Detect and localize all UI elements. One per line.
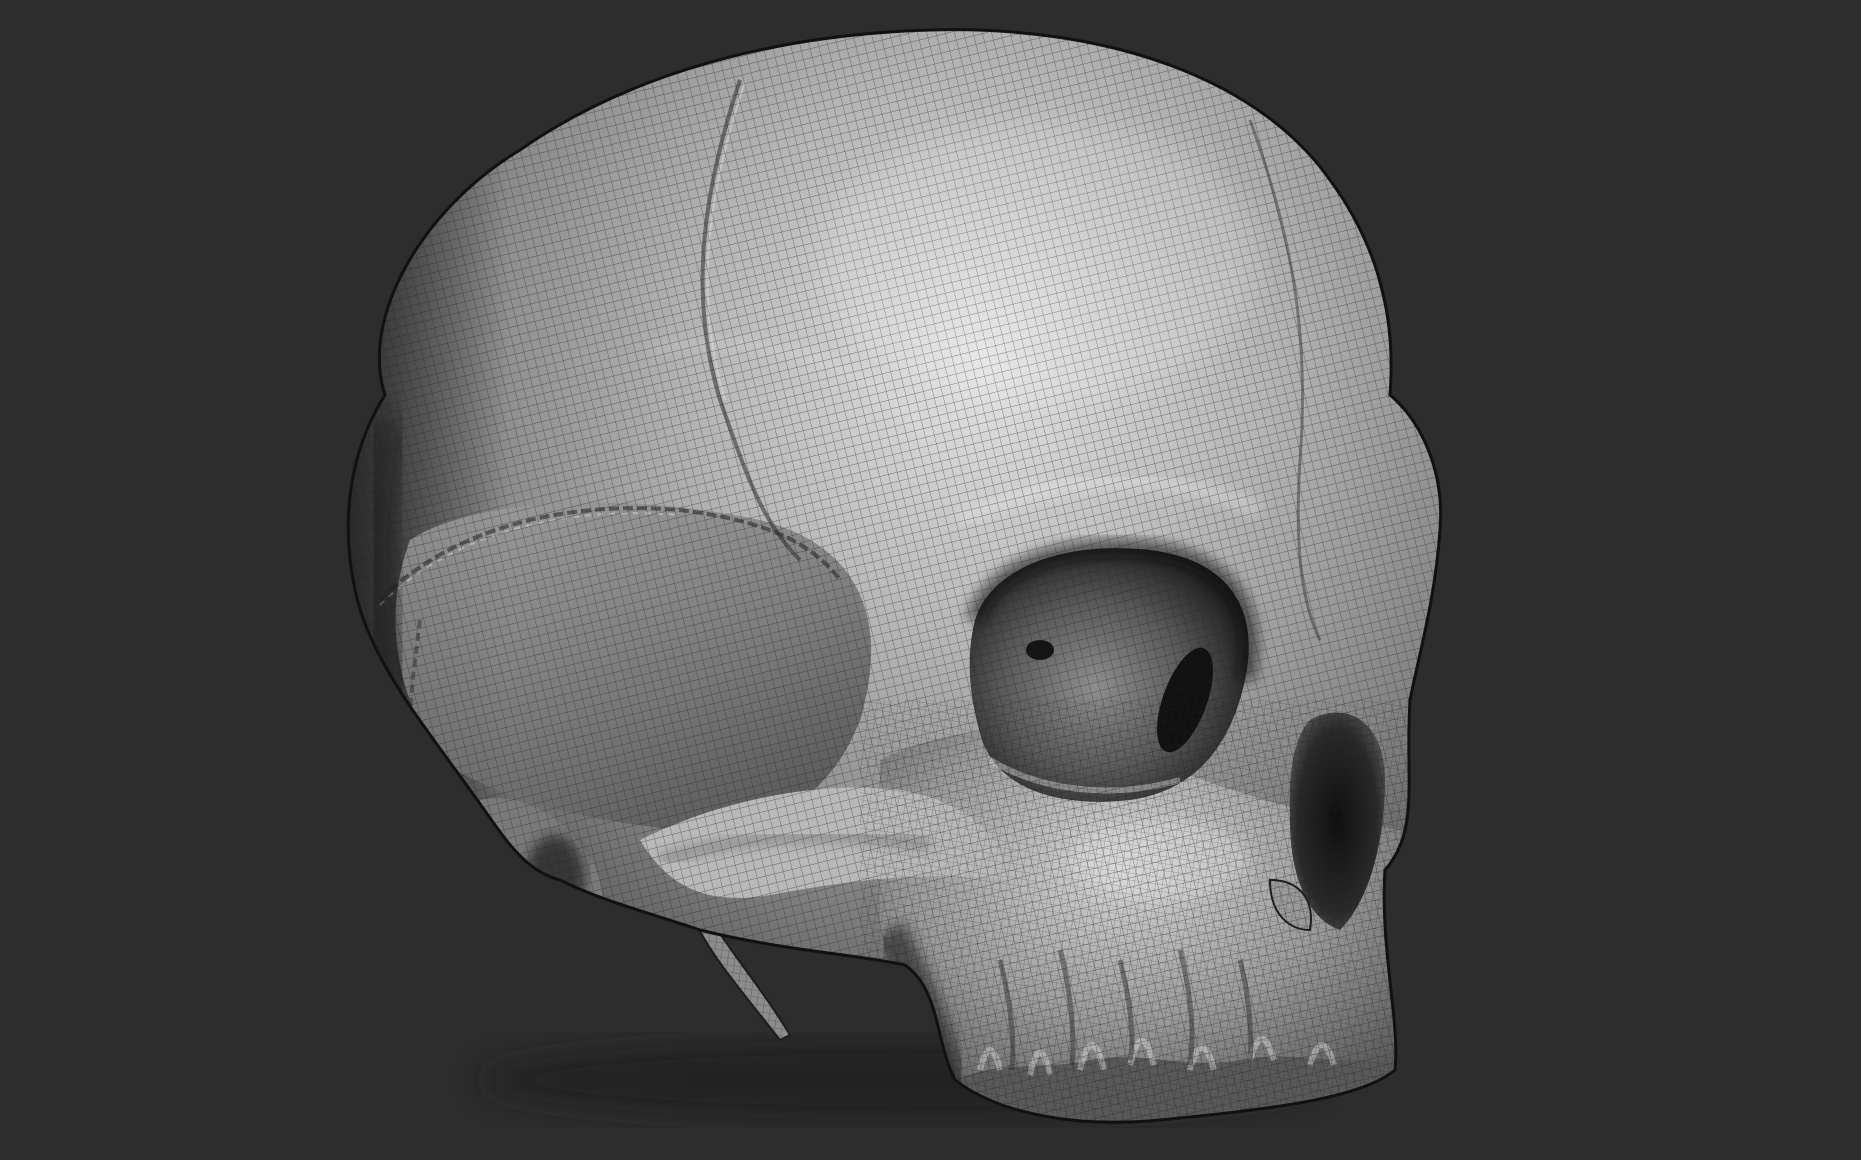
skull-render [346,28,1443,1124]
3d-viewport[interactable] [0,0,1861,1160]
skull [346,28,1443,1124]
